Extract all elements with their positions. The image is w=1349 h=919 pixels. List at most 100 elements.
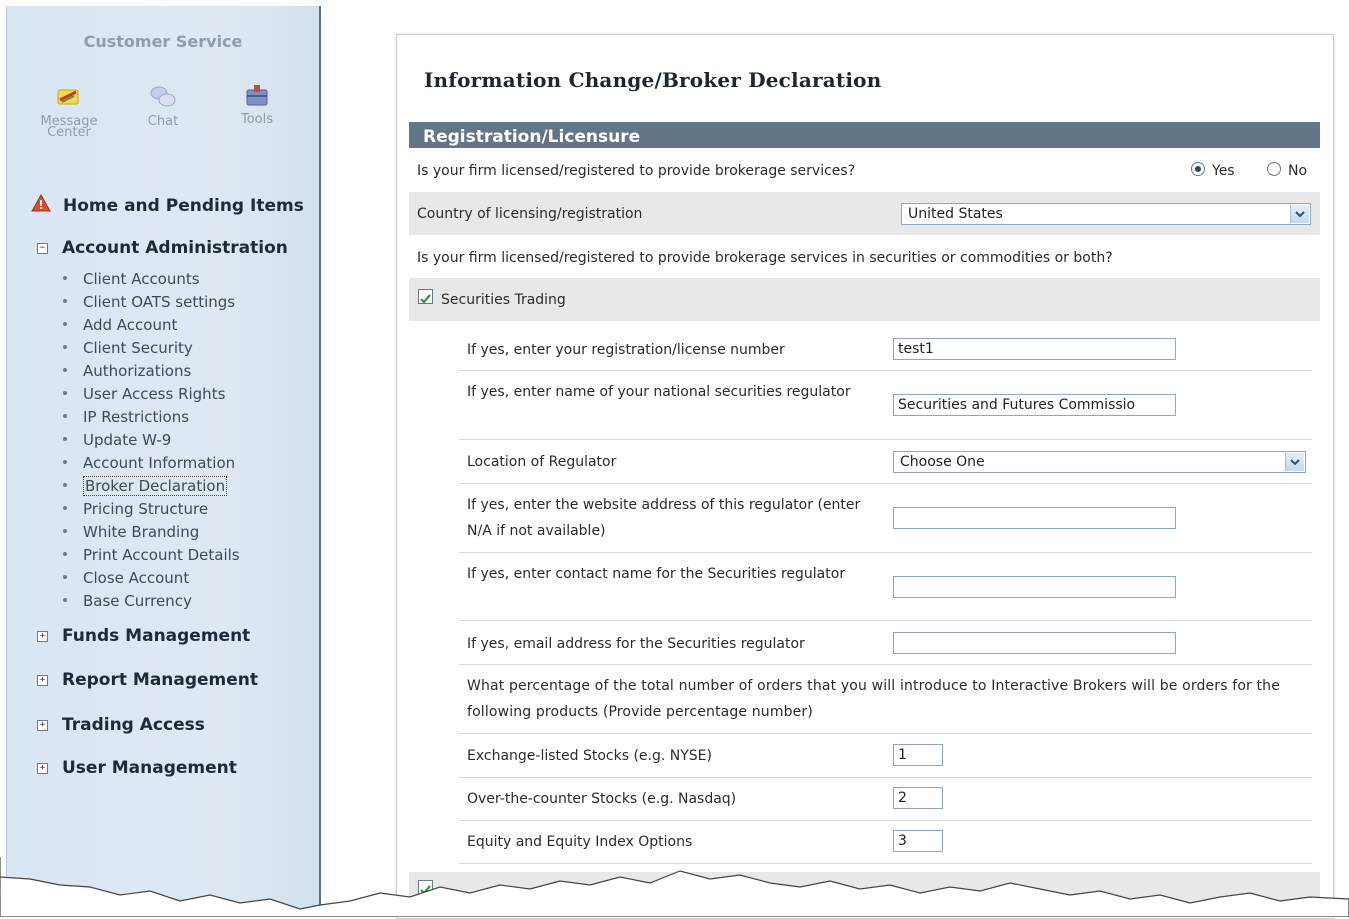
sidebar-item-label: Client OATS settings xyxy=(83,293,236,311)
sidebar-item-pricing-structure[interactable]: Pricing Structure xyxy=(63,500,208,518)
country-select-value: United States xyxy=(908,206,1003,222)
chevron-down-icon xyxy=(1290,205,1309,223)
page-title: Information Change/Broker Declaration xyxy=(424,68,882,92)
divider xyxy=(459,620,1312,621)
bullet-icon xyxy=(63,367,67,372)
nav-home-pending[interactable]: Home and Pending Items xyxy=(31,193,304,217)
sidebar-item-label: Authorizations xyxy=(83,362,192,380)
divider xyxy=(459,552,1312,553)
bullet-icon xyxy=(63,528,67,533)
country-label: Country of licensing/registration xyxy=(417,206,643,222)
bullet-icon xyxy=(63,413,67,418)
divider xyxy=(459,370,1312,371)
nav-trading-label: Trading Access xyxy=(62,715,205,735)
contact-input[interactable] xyxy=(893,576,1176,598)
sidebar-item-client-security[interactable]: Client Security xyxy=(63,339,193,357)
divider xyxy=(459,664,1312,665)
sidebar: Customer Service Message Center Chat Too… xyxy=(6,6,321,917)
bullet-icon xyxy=(63,505,67,510)
sidebar-item-label: Base Currency xyxy=(83,592,192,610)
contact-label: If yes, enter contact name for the Secur… xyxy=(467,566,846,582)
sidebar-item-ip-restrictions[interactable]: IP Restrictions xyxy=(63,408,189,426)
sidebar-item-label: Add Account xyxy=(83,316,178,334)
sidebar-item-add-account[interactable]: Add Account xyxy=(63,316,177,334)
sidebar-item-update-w-9[interactable]: Update W-9 xyxy=(63,431,171,449)
bullet-icon xyxy=(63,482,67,487)
sidebar-item-authorizations[interactable]: Authorizations xyxy=(63,362,191,380)
chat-tool[interactable]: Chat xyxy=(135,84,191,128)
sidebar-item-white-branding[interactable]: White Branding xyxy=(63,523,199,541)
bullet-icon xyxy=(63,597,67,602)
sidebar-item-client-accounts[interactable]: Client Accounts xyxy=(63,270,200,288)
reg-number-input[interactable] xyxy=(893,338,1176,360)
nav-home-label: Home and Pending Items xyxy=(63,195,304,216)
sidebar-item-label: User Access Rights xyxy=(83,385,226,403)
product-input-equity-options[interactable] xyxy=(893,830,943,852)
regulator-name-input[interactable] xyxy=(893,394,1176,416)
bullet-icon xyxy=(63,574,67,579)
nav-user-label: User Management xyxy=(62,758,237,778)
regulator-name-label: If yes, enter name of your national secu… xyxy=(467,384,851,400)
location-select[interactable]: Choose One xyxy=(893,451,1306,473)
product-label-equity-options: Equity and Equity Index Options xyxy=(467,834,693,850)
sidebar-item-label: Print Account Details xyxy=(83,546,240,564)
bullet-icon xyxy=(63,459,67,464)
sidebar-item-label: IP Restrictions xyxy=(83,408,190,426)
sidebar-item-label: Account Information xyxy=(83,454,236,472)
type-question: Is your firm licensed/registered to prov… xyxy=(417,250,1113,266)
location-select-value: Choose One xyxy=(900,454,985,470)
message-center-tool[interactable]: Message Center xyxy=(29,84,109,140)
bullet-icon xyxy=(63,390,67,395)
nav-report-label: Report Management xyxy=(62,670,259,690)
nav-funds-label: Funds Management xyxy=(62,626,251,646)
sidebar-item-label: White Branding xyxy=(83,523,200,541)
sidebar-item-close-account[interactable]: Close Account xyxy=(63,569,189,587)
product-input-exchange-stocks[interactable] xyxy=(893,744,943,766)
nav-funds-management[interactable]: + Funds Management xyxy=(37,626,250,646)
sidebar-item-broker-declaration[interactable]: Broker Declaration xyxy=(63,476,228,496)
bullet-icon xyxy=(63,321,67,326)
tools-label: Tools xyxy=(240,112,274,127)
location-label: Location of Regulator xyxy=(467,454,617,470)
chevron-down-icon xyxy=(1285,453,1304,471)
sidebar-item-account-information[interactable]: Account Information xyxy=(63,454,235,472)
sidebar-item-user-access-rights[interactable]: User Access Rights xyxy=(63,385,225,403)
bullet-icon xyxy=(63,298,67,303)
message-center-label: Message Center xyxy=(40,114,98,140)
sidebar-item-label: Close Account xyxy=(83,569,190,587)
product-input-otc-stocks[interactable] xyxy=(893,787,943,809)
bullet-icon xyxy=(63,275,67,280)
divider xyxy=(459,777,1312,778)
nav-report-management[interactable]: + Report Management xyxy=(37,670,258,690)
nav-account-administration[interactable]: − Account Administration xyxy=(37,238,288,258)
nav-user-management[interactable]: + User Management xyxy=(37,758,237,778)
sidebar-item-client-oats-settings[interactable]: Client OATS settings xyxy=(63,293,235,311)
sidebar-item-base-currency[interactable]: Base Currency xyxy=(63,592,192,610)
yes-radio[interactable] xyxy=(1191,162,1205,176)
securities-trading-checkbox[interactable] xyxy=(418,289,433,304)
website-label: If yes, enter the website address of thi… xyxy=(467,497,861,539)
warning-icon xyxy=(31,193,51,217)
email-input[interactable] xyxy=(893,632,1176,654)
expand-icon: + xyxy=(37,762,48,774)
divider xyxy=(459,483,1312,484)
divider xyxy=(459,439,1312,440)
nav-trading-access[interactable]: + Trading Access xyxy=(37,715,205,735)
website-input[interactable] xyxy=(893,507,1176,529)
bullet-icon xyxy=(63,436,67,441)
product-label-otc-stocks: Over-the-counter Stocks (e.g. Nasdaq) xyxy=(467,791,737,807)
sidebar-item-label: Pricing Structure xyxy=(83,500,209,518)
sidebar-item-label: Update W-9 xyxy=(83,431,172,449)
expand-icon: + xyxy=(37,719,48,731)
expand-icon: + xyxy=(37,630,48,642)
reg-number-label: If yes, enter your registration/license … xyxy=(467,342,785,358)
no-radio[interactable] xyxy=(1267,162,1281,176)
country-select[interactable]: United States xyxy=(901,203,1311,225)
tools-tool[interactable]: Tools xyxy=(229,82,285,127)
product-label-exchange-stocks: Exchange-listed Stocks (e.g. NYSE) xyxy=(467,748,712,764)
message-center-icon xyxy=(29,84,109,112)
sidebar-item-print-account-details[interactable]: Print Account Details xyxy=(63,546,240,564)
percentage-question: What percentage of the total number of o… xyxy=(467,678,1280,720)
securities-trading-label: Securities Trading xyxy=(441,292,566,308)
divider xyxy=(459,733,1312,734)
